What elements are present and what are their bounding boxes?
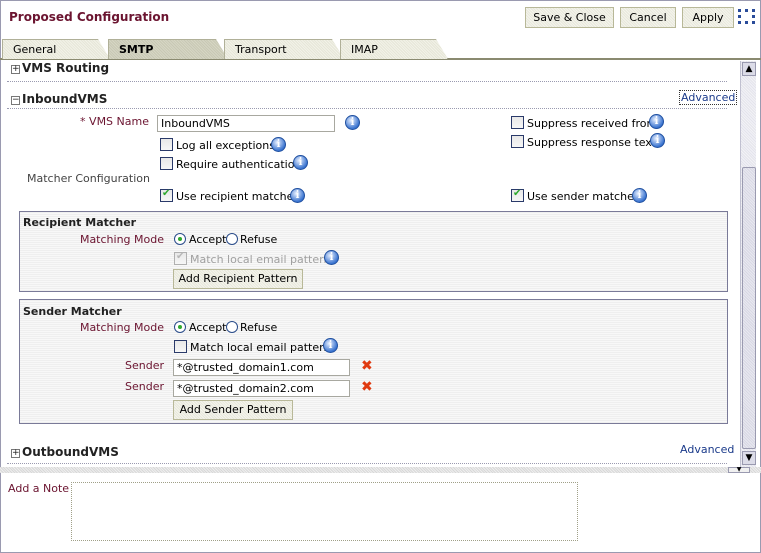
dock-grip-icon[interactable] (738, 9, 756, 25)
tab-smtp-properties[interactable]: SMTP Properties (108, 39, 228, 59)
section-vms-routing[interactable]: + VMS Routing (11, 61, 109, 75)
sender-refuse-label: Refuse (240, 321, 278, 334)
tab-transport-properties[interactable]: Transport Properties (224, 39, 344, 59)
sender-match-local-label: Match local email patterns (190, 341, 337, 354)
info-icon[interactable]: i (290, 188, 305, 203)
expand-icon[interactable]: + (11, 65, 20, 74)
info-icon[interactable]: i (345, 115, 360, 130)
sender-matcher-title: Sender Matcher (23, 305, 122, 318)
scroll-down-icon[interactable]: ▼ (742, 451, 756, 465)
section-inboundvms[interactable]: − InboundVMS (11, 92, 107, 106)
recipient-accept-radio[interactable] (174, 233, 186, 245)
sender-accept-radio[interactable] (174, 321, 186, 333)
collapse-icon[interactable]: − (11, 96, 20, 105)
section-label: OutboundVMS (22, 445, 119, 459)
recipient-matcher-title: Recipient Matcher (23, 216, 137, 229)
tab-imap-properties[interactable]: IMAP Properties (340, 39, 448, 59)
save-close-button[interactable]: Save & Close (525, 7, 614, 28)
suppress-received-from-label: Suppress received from (527, 117, 658, 130)
use-sender-matcher-checkbox[interactable] (511, 188, 524, 202)
info-icon[interactable]: i (293, 155, 308, 170)
divider (7, 81, 727, 82)
add-note-label: Add a Note (8, 482, 70, 495)
matcher-configuration-label: Matcher Configuration (27, 172, 150, 185)
delete-x-icon[interactable]: ✖ (361, 358, 373, 374)
log-all-exceptions-checkbox[interactable] (160, 138, 173, 151)
outbound-advanced-link[interactable]: Advanced (680, 443, 734, 456)
info-icon[interactable]: i (649, 114, 664, 129)
inbound-advanced-link[interactable]: Advanced (679, 90, 738, 105)
apply-button[interactable]: Apply (682, 7, 734, 28)
vms-name-label: * VMS Name (80, 115, 149, 128)
divider (7, 463, 727, 464)
sender-pattern-input[interactable]: *@trusted_domain2.com (173, 380, 350, 397)
sender-label: Sender (125, 359, 164, 372)
cancel-button[interactable]: Cancel (620, 7, 676, 28)
sender-matcher-panel: Sender Matcher Matching Mode Accept Refu… (19, 299, 728, 424)
recipient-match-local-checkbox (174, 251, 187, 265)
section-label: InboundVMS (22, 92, 108, 106)
divider (7, 108, 727, 109)
info-icon[interactable]: i (271, 137, 286, 152)
add-note-textarea[interactable] (71, 482, 578, 541)
recipient-accept-label: Accept (189, 233, 227, 246)
sender-pattern-input[interactable]: *@trusted_domain1.com (173, 359, 350, 376)
collapse-panel-icon[interactable]: ▼ (728, 467, 750, 473)
section-outboundvms[interactable]: + OutboundVMS (11, 445, 119, 459)
recipient-refuse-label: Refuse (240, 233, 278, 246)
tab-general-properties[interactable]: General Properties (2, 39, 110, 59)
sender-accept-label: Accept (189, 321, 227, 334)
use-recipient-matcher-checkbox[interactable] (160, 188, 173, 202)
info-icon[interactable]: i (650, 133, 665, 148)
use-recipient-matcher-label: Use recipient matcher (176, 190, 298, 203)
properties-scroll-area: + VMS Routing − InboundVMS Advanced * VMS … (0, 61, 756, 467)
recipient-refuse-radio[interactable] (226, 233, 238, 245)
info-icon[interactable]: i (323, 338, 338, 353)
vms-name-input[interactable]: InboundVMS (157, 115, 335, 132)
add-sender-pattern-button[interactable]: Add Sender Pattern (173, 400, 293, 420)
sender-match-local-checkbox[interactable] (174, 340, 187, 353)
recipient-matcher-panel: Recipient Matcher Matching Mode Accept R… (19, 211, 728, 292)
sender-label: Sender (125, 380, 164, 393)
suppress-response-text-label: Suppress response text (527, 136, 657, 149)
info-icon[interactable]: i (632, 188, 647, 203)
log-all-exceptions-label: Log all exceptions (176, 139, 275, 152)
info-icon[interactable]: i (324, 250, 339, 265)
matching-mode-label: Matching Mode (79, 233, 164, 246)
use-sender-matcher-label: Use sender matcher (527, 190, 639, 203)
sender-refuse-radio[interactable] (226, 321, 238, 333)
suppress-response-text-checkbox[interactable] (511, 135, 524, 148)
matching-mode-label: Matching Mode (79, 321, 164, 334)
page-title: Proposed Configuration (9, 10, 170, 24)
recipient-match-local-label: Match local email patterns (190, 253, 337, 266)
tab-bar: General Properties SMTP Properties Trans… (0, 39, 761, 60)
panel-splitter[interactable] (0, 467, 761, 473)
require-authentication-checkbox[interactable] (160, 157, 173, 170)
expand-icon[interactable]: + (11, 449, 20, 458)
require-authentication-label: Require authentication (176, 158, 302, 171)
suppress-received-from-checkbox[interactable] (511, 116, 524, 129)
vertical-scrollbar[interactable]: ▲ ▼ (740, 61, 756, 467)
scroll-thumb[interactable] (742, 167, 756, 449)
section-label: VMS Routing (22, 61, 110, 75)
add-recipient-pattern-button[interactable]: Add Recipient Pattern (173, 269, 303, 289)
delete-x-icon[interactable]: ✖ (361, 379, 373, 395)
scroll-up-icon[interactable]: ▲ (742, 62, 756, 76)
